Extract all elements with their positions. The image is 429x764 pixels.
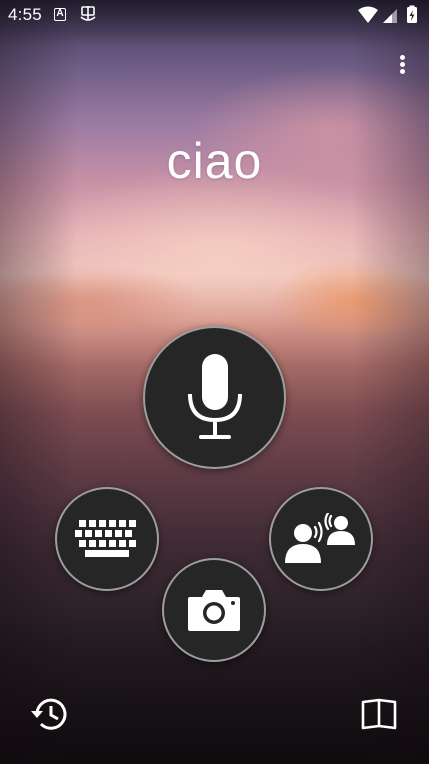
keyboard-icon xyxy=(75,520,136,557)
status-bar: 4:55 A xyxy=(0,0,429,30)
phrasebook-icon xyxy=(361,698,397,730)
app-notification-icon xyxy=(80,6,96,21)
status-time: 4:55 xyxy=(8,5,42,24)
wifi-icon xyxy=(358,6,378,23)
more-vert-icon[interactable] xyxy=(390,50,414,78)
microphone-icon xyxy=(187,353,242,439)
cellular-signal-icon xyxy=(383,9,397,23)
translate-a-icon: A xyxy=(54,8,66,21)
system-status-icons xyxy=(358,5,417,23)
phrasebook-button[interactable] xyxy=(359,694,399,734)
camera-button[interactable] xyxy=(162,558,266,662)
history-icon xyxy=(31,698,67,730)
camera-icon xyxy=(188,590,240,631)
keyboard-button[interactable] xyxy=(55,487,159,591)
recognized-text: ciao xyxy=(166,133,263,189)
microphone-button[interactable] xyxy=(143,326,286,469)
translator-screen: 4:55 A ciao xyxy=(0,0,429,764)
conversation-button[interactable] xyxy=(269,487,373,591)
conversation-icon xyxy=(285,513,355,563)
history-button[interactable] xyxy=(30,694,70,734)
battery-charging-icon xyxy=(407,5,417,23)
